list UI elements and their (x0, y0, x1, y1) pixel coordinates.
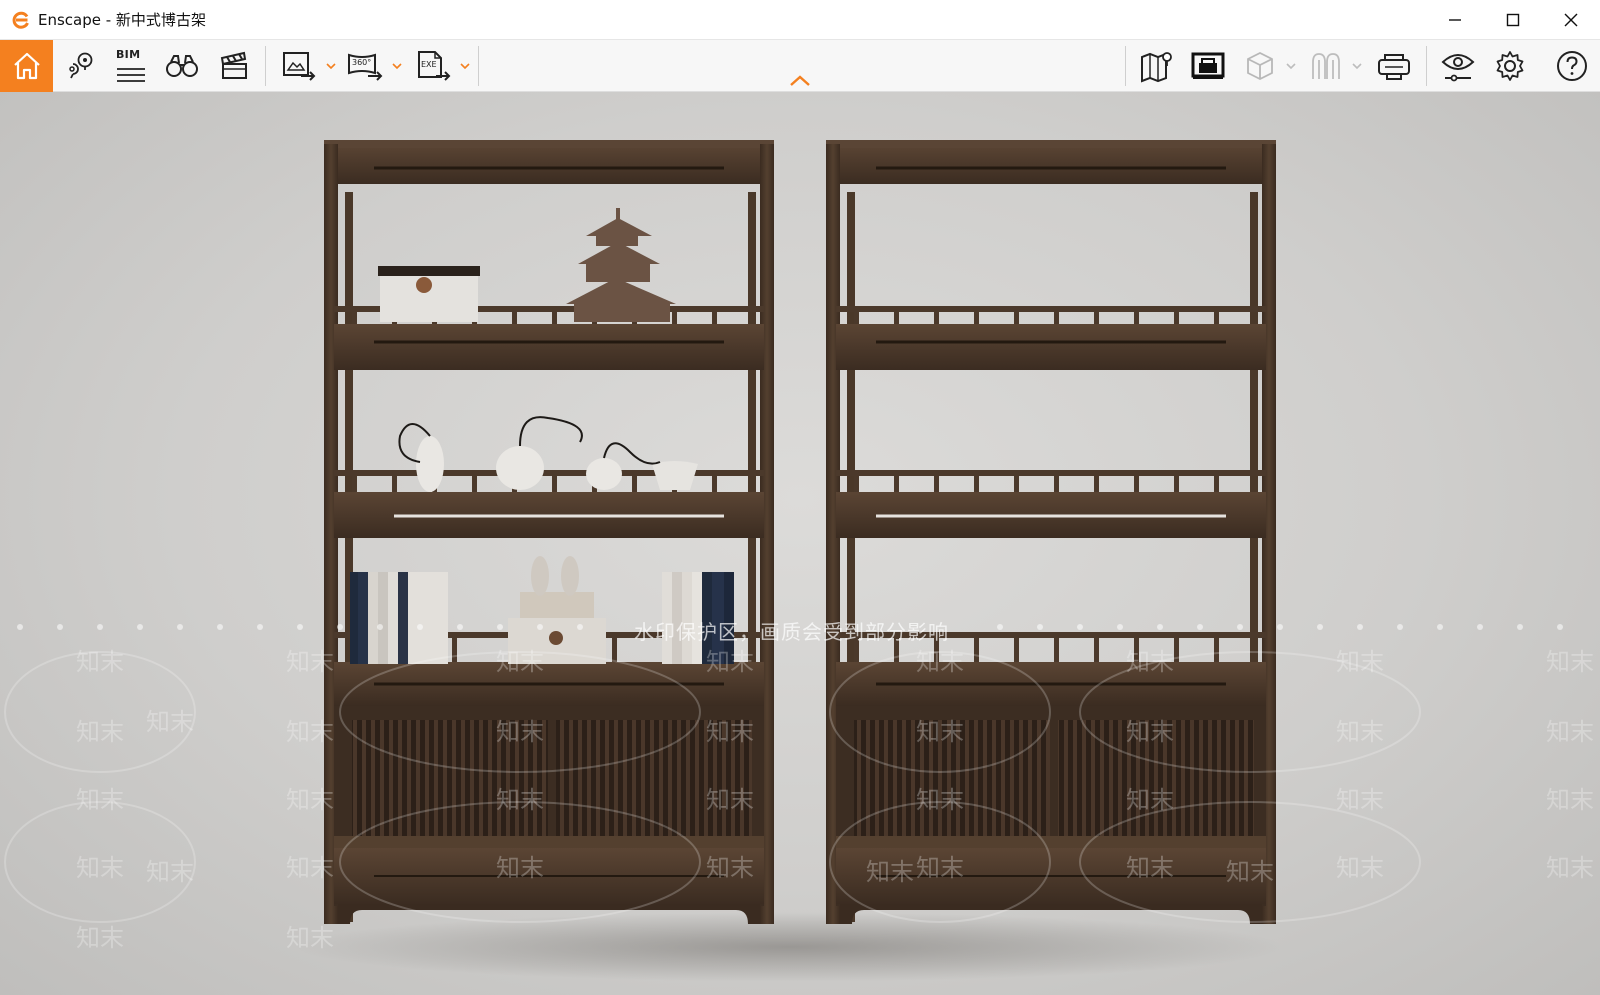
watermark-logo: 知末 (76, 648, 124, 676)
views-button[interactable] (60, 40, 100, 92)
watermark-logo: 知末 (1336, 786, 1384, 814)
eye-icon (1440, 50, 1476, 82)
help-button[interactable] (1550, 40, 1594, 92)
watermark-logo: 知末 (146, 858, 194, 886)
help-icon (1555, 49, 1589, 83)
bim-button[interactable]: BIM (108, 40, 154, 92)
settings-button[interactable] (1488, 40, 1532, 92)
export-panorama-button[interactable]: 360° (342, 40, 388, 92)
watermark-logo: 知末 (76, 924, 124, 952)
watermark-logo: 知末 (916, 786, 964, 814)
window-title: Enscape - 新中式博古架 (38, 11, 206, 29)
bim-label: BIM (116, 48, 141, 61)
toolbar-divider (1426, 46, 1427, 86)
export-exe-dropdown[interactable] (460, 62, 470, 70)
exe-label: EXE (421, 60, 437, 69)
asset-library-icon (1190, 51, 1226, 81)
watermark-logo: 知末 (706, 854, 754, 882)
bim-icon (114, 65, 148, 85)
watermark-logo: 知末 (496, 648, 544, 676)
watermark-logo: 知末 (286, 854, 334, 882)
render-viewport[interactable]: 水印保护区，画质会受到部分影响 知末 知末 知末 知末 知末 知末 知末 知末 … (0, 92, 1600, 995)
maximize-button[interactable] (1484, 0, 1542, 40)
watermark-logo: 知末 (866, 858, 914, 886)
cube-dropdown[interactable] (1286, 62, 1296, 70)
watermark-logo: 知末 (916, 648, 964, 676)
watermark-logo: 知末 (706, 718, 754, 746)
watermark-logo: 知末 (1336, 854, 1384, 882)
watermark-text: 水印保护区，画质会受到部分影响 (634, 620, 949, 644)
watermark-logo: 知末 (706, 786, 754, 814)
map-button[interactable] (1136, 40, 1178, 92)
watermark-logo: 知末 (1126, 854, 1174, 882)
export-image-dropdown[interactable] (326, 62, 336, 70)
binoculars-button[interactable] (160, 40, 204, 92)
enscape-logo-icon (10, 9, 32, 31)
watermark-logo: 知末 (76, 786, 124, 814)
watermark-logo: 知末 (496, 786, 544, 814)
export-image-button[interactable] (276, 40, 322, 92)
clapperboard-icon (218, 50, 250, 82)
chevron-up-icon (788, 74, 812, 88)
watermark-logo: 知末 (706, 648, 754, 676)
collapse-toolbar-button[interactable] (788, 74, 812, 88)
people-icon (1309, 50, 1343, 82)
visual-settings-button[interactable] (1436, 40, 1480, 92)
watermark-logo: 知末 (286, 924, 334, 952)
watermark-logo: 知末 (146, 708, 194, 736)
toolbar-divider (265, 46, 266, 86)
watermark-logo: 知末 (1126, 718, 1174, 746)
asset-library-button[interactable] (1186, 40, 1230, 92)
toolbar-divider (1125, 46, 1126, 86)
export-exe-button[interactable]: EXE (410, 40, 456, 92)
watermark-logo: 知末 (496, 854, 544, 882)
watermark-logo: 知末 (1336, 648, 1384, 676)
video-editor-button[interactable] (212, 40, 256, 92)
watermark-logo: 知末 (286, 648, 334, 676)
watermark-logo: 知末 (1336, 718, 1384, 746)
watermark-logo: 知末 (1126, 786, 1174, 814)
watermark-logo: 知末 (76, 718, 124, 746)
home-icon (11, 50, 43, 82)
location-pin-icon (63, 50, 97, 82)
watermark-logo: 知末 (76, 854, 124, 882)
people-button[interactable] (1306, 40, 1346, 92)
watermark-logo: 知末 (916, 718, 964, 746)
watermark-logo: 知末 (1546, 648, 1594, 676)
watermark-logo: 知末 (496, 718, 544, 746)
close-button[interactable] (1542, 0, 1600, 40)
panorama-export-icon: 360° (346, 49, 384, 83)
watermark-logo: 知末 (286, 718, 334, 746)
image-export-icon (281, 49, 317, 83)
watermark-logo: 知末 (1546, 854, 1594, 882)
export-panorama-dropdown[interactable] (392, 62, 402, 70)
watermark-logo: 知末 (1226, 858, 1274, 886)
cube-icon (1243, 50, 1277, 82)
watermark-logo: 知末 (286, 786, 334, 814)
watermark-logo: 知末 (916, 854, 964, 882)
title-bar: Enscape - 新中式博古架 (0, 0, 1600, 40)
watermark-logo: 知末 (1546, 786, 1594, 814)
binoculars-icon (164, 52, 200, 80)
vr-headset-button[interactable] (1372, 40, 1416, 92)
exe-export-icon: EXE (415, 49, 451, 83)
people-dropdown[interactable] (1352, 62, 1362, 70)
vr-headset-icon (1375, 50, 1413, 82)
map-icon (1139, 49, 1175, 83)
panorama-label: 360° (352, 58, 372, 67)
watermark-logo: 知末 (1546, 718, 1594, 746)
home-button[interactable] (0, 40, 53, 92)
toolbar-divider (478, 46, 479, 86)
watermark-logo: 知末 (1126, 648, 1174, 676)
minimize-button[interactable] (1426, 0, 1484, 40)
gear-icon (1493, 49, 1527, 83)
cube-button[interactable] (1240, 40, 1280, 92)
